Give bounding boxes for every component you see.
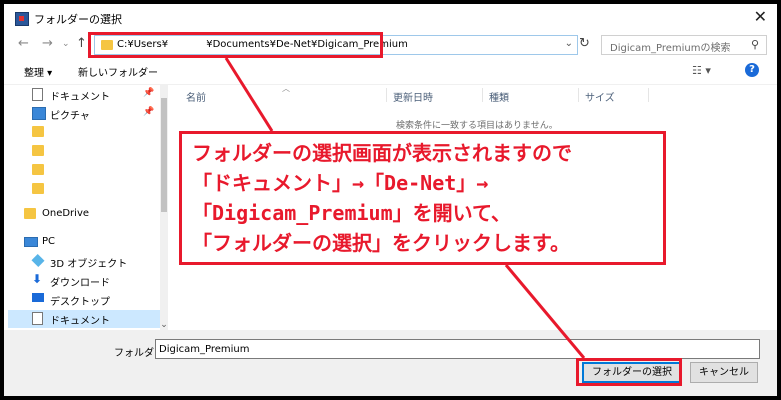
instruction-callout: フォルダーの選択画面が表示されますので 「ドキュメント」→「De-Net」→ 「… xyxy=(179,131,666,265)
callout-line-bottom xyxy=(504,264,586,359)
callout-text-line: フォルダーの選択画面が表示されますので xyxy=(192,141,572,165)
callout-text-line: 「Digicam_Premium」を開いて、 xyxy=(192,201,512,225)
callout-text-line: 「フォルダーの選択」をクリックします。 xyxy=(192,231,570,255)
callout-line-top xyxy=(224,57,274,132)
callout-text-line: 「ドキュメント」→「De-Net」→ xyxy=(192,171,489,195)
